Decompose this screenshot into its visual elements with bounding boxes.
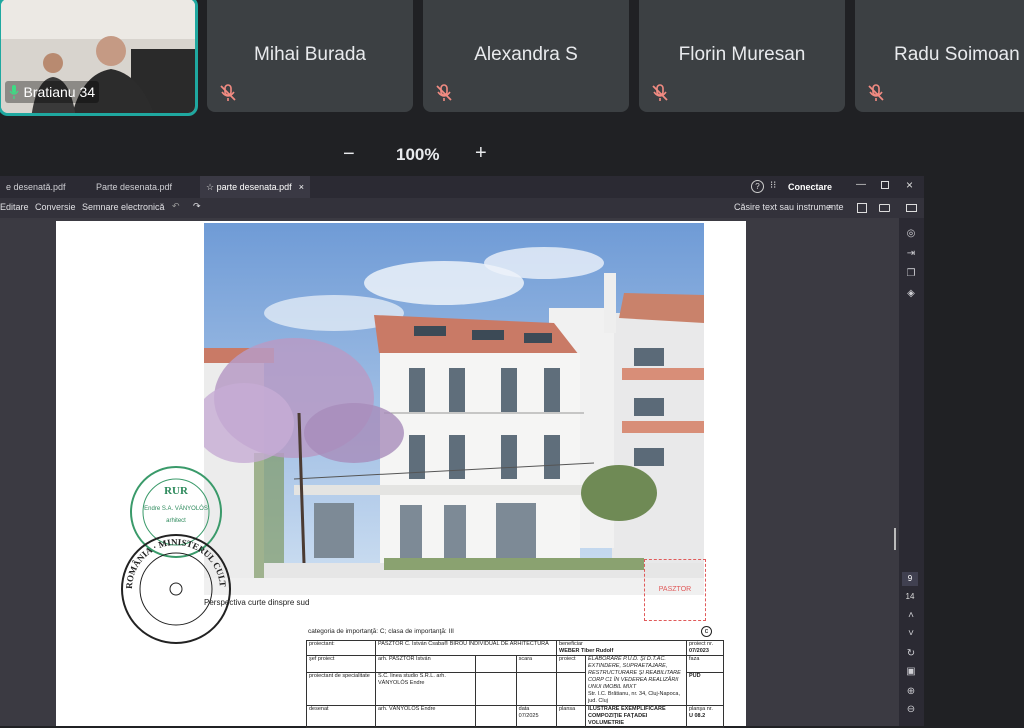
esign-menu[interactable]: Semnare electronică — [82, 202, 165, 212]
comment-icon[interactable]: ◎ — [905, 228, 917, 240]
fit-page-icon[interactable]: ▣ — [905, 666, 917, 678]
participant-tile-2[interactable]: Alexandra S — [423, 0, 629, 112]
layers-icon[interactable]: ◈ — [905, 288, 917, 300]
edit-menu[interactable]: Editare — [0, 202, 29, 212]
zoom-level: 100% — [396, 145, 440, 164]
redo-icon[interactable]: ↷ — [193, 201, 201, 212]
pdf-tab-bar: e desenată.pdf Parte desenata.pdf ☆ part… — [0, 176, 924, 198]
participant-name: Alexandra S — [474, 44, 578, 65]
tab-close-icon[interactable]: × — [299, 176, 304, 198]
rotate-icon[interactable]: ↻ — [905, 648, 917, 660]
close-window-icon[interactable]: × — [906, 178, 913, 192]
tab-document-1[interactable]: e desenată.pdf — [0, 176, 86, 198]
pdf-page: Perspectiva curte dinspre sud categoria … — [56, 221, 746, 728]
mic-muted-icon — [868, 84, 884, 101]
page-up-icon[interactable]: ˄ — [905, 610, 917, 622]
pasztor-stamp: PASZTOR — [644, 559, 706, 621]
apps-grid-icon[interactable]: ⁝⁝ — [770, 180, 776, 191]
zoom-out-button[interactable]: − — [343, 143, 355, 166]
active-speaker-tile[interactable]: Bratianu 34 — [0, 0, 198, 116]
participant-tile-4[interactable]: Radu Soimoan — [855, 0, 1024, 112]
mic-muted-icon — [436, 84, 452, 101]
page-number-current[interactable]: 9 — [902, 572, 918, 586]
tab-document-2[interactable]: Parte desenata.pdf — [90, 176, 196, 198]
save-icon[interactable] — [857, 203, 867, 213]
zoom-out-icon[interactable]: ⊖ — [905, 704, 917, 716]
export-pdf-icon[interactable]: ⇥ — [905, 248, 917, 260]
svg-text:arhitect: arhitect — [166, 518, 186, 524]
tab-document-3[interactable]: ☆ parte desenata.pdf × — [200, 176, 310, 198]
participant-tile-1[interactable]: Mihai Burada — [207, 0, 413, 112]
copyright-icon: c — [701, 626, 712, 637]
speaker-name: Bratianu 34 — [23, 83, 96, 100]
speaker-label: Bratianu 34 — [5, 81, 100, 103]
minimize-icon[interactable]: — — [856, 179, 866, 190]
connect-button[interactable]: Conectare — [788, 176, 832, 198]
page-down-icon[interactable]: ˅ — [905, 628, 917, 640]
restore-icon[interactable] — [881, 181, 889, 189]
participant-name: Radu Soimoan — [894, 44, 1020, 65]
title-block: proiectant: PASZTOR C. István Csaba® BIR… — [306, 640, 724, 728]
undo-icon[interactable]: ↶ — [172, 201, 180, 212]
star-icon[interactable]: ☆ — [206, 182, 214, 192]
print-icon[interactable] — [879, 204, 890, 212]
mic-muted-icon — [652, 84, 668, 101]
ministry-stamp: ROMÂNIA · MINISTERUL CULTURII — [118, 531, 231, 644]
search-icon[interactable]: ⌕ — [828, 201, 833, 212]
zoom-in-icon[interactable]: ⊕ — [905, 686, 917, 698]
convert-menu[interactable]: Conversie — [35, 202, 76, 212]
mic-on-icon — [9, 84, 19, 99]
mic-muted-icon — [220, 84, 236, 101]
pdf-right-toolbar: ◎ ⇥ ❐ ◈ 9 14 ˄ ˅ ↻ ▣ ⊕ ⊖ — [894, 218, 924, 726]
architectural-rendering — [204, 223, 704, 595]
importance-category: categoria de importanţă: C; clasa de imp… — [308, 628, 454, 635]
participant-name: Mihai Burada — [254, 44, 366, 65]
help-icon[interactable]: ? — [751, 180, 764, 193]
participant-name: Florin Muresan — [678, 44, 806, 65]
pdf-toolbar: Editare Conversie Semnare electronică ↶ … — [0, 198, 924, 218]
svg-text:ROMÂNIA · MINISTERUL CULTURII: ROMÂNIA · MINISTERUL CULTURII — [118, 531, 228, 589]
page-number-total: 14 — [905, 592, 915, 601]
vertical-scrollbar[interactable] — [894, 528, 896, 550]
participant-tile-3[interactable]: Florin Muresan — [639, 0, 845, 112]
organize-pages-icon[interactable]: ❐ — [905, 268, 917, 280]
zoom-in-button[interactable]: + — [475, 142, 487, 165]
svg-text:Endre S.A. VÁNYOLÓS: Endre S.A. VÁNYOLÓS — [144, 505, 208, 512]
svg-text:RUR: RUR — [164, 485, 189, 497]
email-icon[interactable] — [906, 204, 917, 212]
